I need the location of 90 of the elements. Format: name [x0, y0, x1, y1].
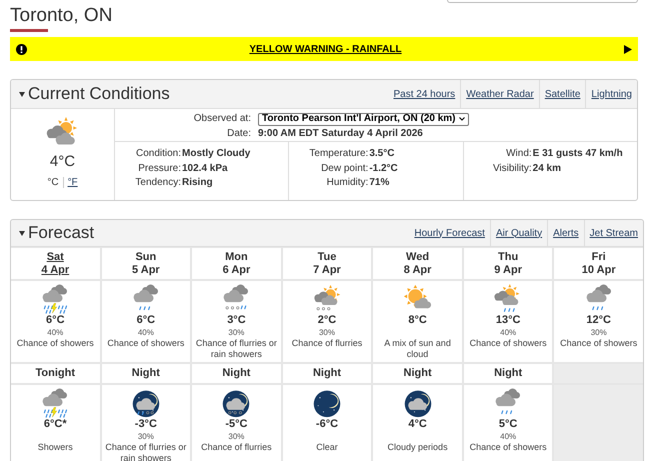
forecast-summary: Chance of flurries	[290, 338, 364, 349]
field-label: Wind:	[505, 147, 532, 161]
forecast-summary: Chance of showers	[106, 338, 186, 349]
period-label: Night	[312, 366, 342, 382]
header-link[interactable]: Alerts	[553, 226, 579, 240]
header-link[interactable]: Jet Stream	[590, 226, 638, 240]
temperature: 6°C*	[44, 418, 67, 431]
day-tab[interactable]: Fri 10 Apr	[554, 248, 643, 279]
field-label: Tendency:	[134, 176, 181, 190]
temperature: 8°C	[408, 314, 427, 327]
chevron-down-icon	[458, 117, 465, 122]
precipitation-chance: 30%	[590, 326, 607, 338]
unit-label: °C	[47, 176, 59, 190]
temperature: 12°C	[586, 314, 611, 327]
day-tab[interactable]: Mon 6 Apr	[192, 248, 281, 279]
station-dropdown[interactable]: Toronto Pearson Int'l Airport, ON (20 km)	[258, 112, 469, 126]
precipitation-chance: 40%	[138, 326, 154, 338]
forecast-summary: Chance of showers	[559, 338, 638, 349]
day-tab[interactable]: Tue 7 Apr	[282, 248, 372, 279]
field-value: -1.2°C	[369, 162, 399, 176]
period-label: Night	[404, 366, 432, 382]
period-label: Night	[132, 366, 160, 382]
field-label: Temperature:	[308, 147, 368, 161]
temperature: 3°C	[227, 314, 246, 327]
temperature: -3°C	[134, 418, 157, 431]
precipitation-chance: 30%	[318, 326, 335, 338]
temperature: -5°C	[225, 418, 248, 431]
field-label: Visibility:	[492, 162, 532, 176]
header-link[interactable]: Lightning	[591, 86, 632, 102]
page-title: Toronto, ON	[10, 5, 112, 27]
section-heading: Forecast	[28, 223, 94, 243]
caret-down-icon[interactable]	[19, 230, 25, 236]
forecast-summary: Chance of flurries	[200, 442, 273, 453]
period-label: Tonight	[36, 366, 76, 382]
header-link[interactable]: Hourly Forecast	[414, 226, 485, 240]
field-value: Mostly Cloudy	[182, 147, 252, 161]
field-label: Condition:	[134, 147, 181, 161]
field-value: 102.4 kPa	[182, 162, 229, 176]
forecast-summary: Chance of flurries or rain showers	[194, 338, 278, 360]
field-value: 71%	[369, 176, 390, 190]
forecast-summary: Chance of flurries or rain showers	[104, 442, 188, 461]
day-tab[interactable]: Sat 4 Apr	[11, 248, 100, 279]
temperature: 6°C	[46, 314, 65, 327]
temperature: 13°C	[496, 314, 520, 327]
forecast-summary: A mix of sun and cloud	[383, 338, 452, 360]
caret-down-icon[interactable]	[19, 92, 25, 96]
period-label: Night	[494, 366, 522, 382]
header-link[interactable]: Past 24 hours	[393, 86, 456, 102]
temperature: 5°C	[498, 418, 518, 431]
forecast-summary: Chance of showers	[468, 442, 548, 453]
temperature: 2°C	[318, 314, 336, 327]
field-value: 24 km	[532, 162, 562, 176]
field-label: Date:	[226, 126, 251, 141]
field-label: Observed at:	[192, 112, 251, 126]
field-label: Humidity:	[326, 176, 368, 190]
period-label: Night	[222, 366, 250, 382]
forecast-summary: Clear	[315, 442, 339, 453]
search-field[interactable]	[447, 0, 638, 3]
forecast-summary: Chance of showers	[16, 338, 95, 349]
precipitation-chance: 30%	[228, 430, 244, 442]
field-value: E 31 gusts 47 km/h	[532, 147, 624, 161]
play-arrow-icon	[624, 44, 632, 54]
field-value: 3.5°C	[369, 147, 396, 161]
warning-banner[interactable]: YELLOW WARNING - RAINFALL	[10, 37, 638, 61]
precipitation-chance: 40%	[500, 430, 516, 442]
day-tab[interactable]: Wed 8 Apr	[373, 248, 462, 279]
field-value: Rising	[182, 176, 214, 190]
precipitation-chance: 30%	[228, 326, 244, 338]
temperature: -6°C	[316, 418, 338, 431]
exclamation-icon	[16, 44, 27, 54]
field-label: Pressure:	[137, 162, 181, 176]
forecast-summary: Showers	[36, 442, 74, 453]
forecast-summary: Chance of showers	[468, 338, 548, 349]
precipitation-chance: 30%	[138, 430, 154, 442]
field-value: 9:00 AM EDT Saturday 4 April 2026	[258, 126, 424, 141]
temperature: 6°C	[136, 314, 156, 327]
current-temperature: 4°C	[50, 153, 76, 171]
section-heading: Current Conditions	[28, 84, 170, 104]
unit-link[interactable]: °F	[68, 175, 78, 190]
forecast-summary: Cloudy periods	[386, 442, 449, 453]
header-link[interactable]: Satellite	[544, 86, 580, 102]
day-tab[interactable]: Thu 9 Apr	[464, 248, 552, 279]
warning-link[interactable]: YELLOW WARNING - RAINFALL	[249, 42, 402, 56]
field-label: Dew point:	[320, 162, 368, 176]
temperature: 4°C	[408, 418, 427, 431]
header-link[interactable]: Air Quality	[496, 226, 542, 240]
precipitation-chance: 40%	[47, 326, 64, 338]
header-link[interactable]: Weather Radar	[466, 86, 534, 102]
day-tab[interactable]: Sun 5 Apr	[102, 248, 190, 279]
precipitation-chance: 40%	[500, 326, 516, 338]
